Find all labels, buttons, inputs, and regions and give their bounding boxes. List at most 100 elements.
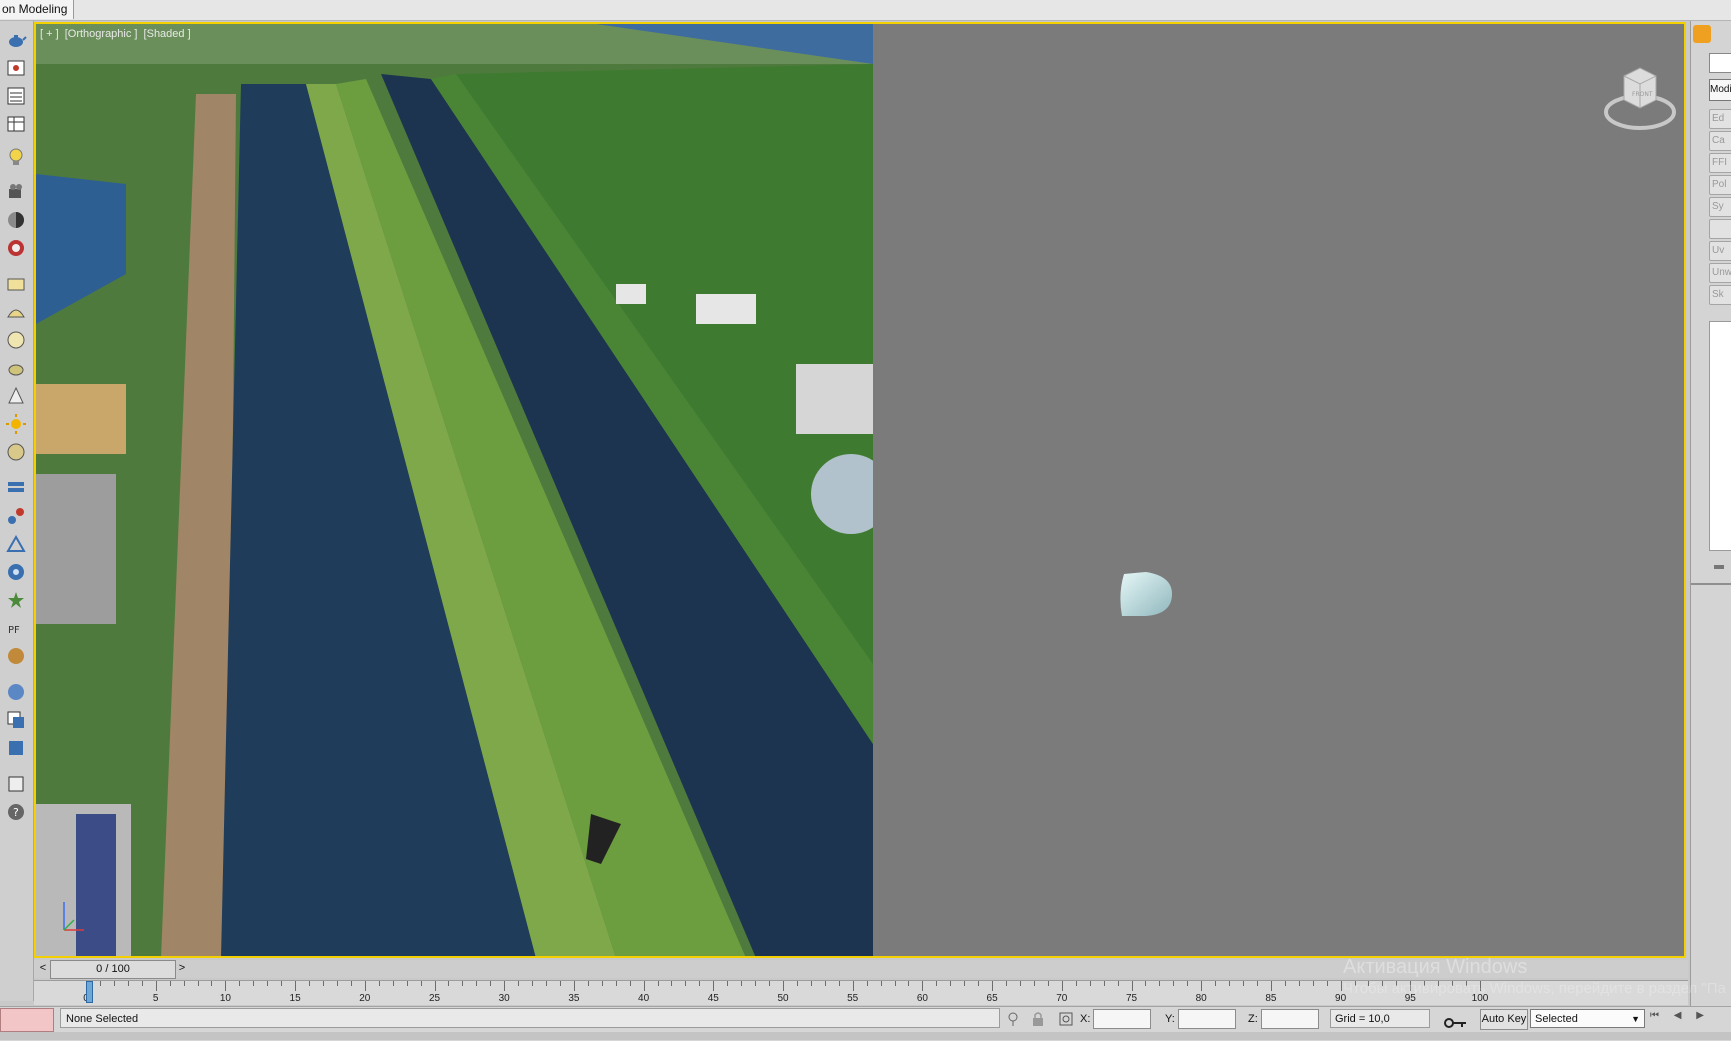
timeline-tick [852, 981, 854, 991]
timeline-tick-label: 10 [219, 993, 231, 1004]
viewport-view[interactable]: [Orthographic ] [65, 28, 138, 40]
modifier-button-2[interactable]: Ca [1709, 131, 1731, 151]
cone-icon[interactable] [3, 383, 28, 408]
timeline-tick [169, 981, 171, 986]
svg-text:PF: PF [8, 625, 20, 636]
hierarchy-icon[interactable] [3, 503, 28, 528]
timeline-tick [546, 981, 548, 986]
sun-icon[interactable] [3, 411, 28, 436]
teapot-icon[interactable] [3, 27, 28, 52]
modifier-button-4[interactable]: Pol [1709, 175, 1731, 195]
timeline-tick [559, 981, 561, 986]
timeline-tick [1117, 981, 1119, 986]
timeline-tick [1159, 981, 1161, 986]
modifier-button-7[interactable]: Uv [1709, 241, 1731, 261]
graph-editor-icon[interactable] [3, 111, 28, 136]
modifier-button-3[interactable]: FFI [1709, 153, 1731, 173]
light-bulb-icon[interactable] [3, 144, 28, 169]
timeline-tick [211, 981, 213, 986]
timeline-tick [532, 981, 534, 986]
timeline-tick [1298, 981, 1300, 986]
set-key-icon[interactable] [1444, 1016, 1468, 1030]
y-coord-field[interactable] [1178, 1009, 1236, 1029]
modifier-button-6[interactable] [1709, 219, 1731, 239]
timeline-tick-label: 30 [498, 993, 510, 1004]
sphere-icon[interactable] [3, 327, 28, 352]
modifier-button-1[interactable]: Ed [1709, 109, 1731, 129]
timeline-tick [671, 981, 673, 986]
timeline-tick [1061, 981, 1063, 991]
auto-key-button[interactable]: Auto Key [1480, 1009, 1528, 1030]
modifier-button-9[interactable]: Sk [1709, 285, 1731, 305]
render-frame-icon[interactable] [3, 55, 28, 80]
teapot-primitive-icon[interactable] [3, 355, 28, 380]
capsule-object[interactable] [1118, 570, 1174, 618]
timeline-tick [127, 981, 129, 986]
time-slider[interactable]: 0 / 100 [50, 960, 176, 979]
timeline-tick [950, 981, 952, 986]
scene-states-icon[interactable] [3, 735, 28, 760]
z-coord-field[interactable] [1261, 1009, 1319, 1029]
timeline-tick [1256, 981, 1258, 986]
x-coord-field[interactable] [1093, 1009, 1151, 1029]
environment-icon[interactable] [3, 707, 28, 732]
perspective-viewport[interactable]: [ + ] [Orthographic ] [Shaded ] FRONT [34, 22, 1686, 958]
display-icon[interactable] [3, 559, 28, 584]
timeline-tick [518, 981, 520, 986]
render-setup-icon[interactable] [3, 235, 28, 260]
question-icon[interactable]: ? [3, 799, 28, 824]
timeline-tick [615, 981, 617, 986]
box-icon[interactable] [3, 299, 28, 324]
modifier-stack-list[interactable] [1709, 321, 1731, 551]
timeline-tick [1047, 981, 1049, 986]
timeline-tick [783, 981, 784, 991]
timeline-tick [1075, 981, 1077, 986]
timeline-tick [894, 981, 896, 986]
timeline-tick-label: 50 [777, 993, 789, 1004]
lock-icon[interactable] [1030, 1011, 1046, 1027]
playback-controls[interactable]: ⏮ ◀ ▶ [1650, 1010, 1730, 1028]
utilities-icon[interactable] [3, 587, 28, 612]
timeline-tick [1019, 981, 1021, 986]
viewport-label[interactable]: [ + ] [Orthographic ] [Shaded ] [40, 28, 194, 40]
viewcube-icon[interactable]: FRONT [1602, 54, 1678, 136]
modifier-button-5[interactable]: Sy [1709, 197, 1731, 217]
key-filter-value: Selected [1535, 1013, 1578, 1025]
layer-explorer-icon[interactable] [3, 83, 28, 108]
timeline-tick [504, 981, 506, 991]
modifier-list-dropdown[interactable]: Modif [1709, 79, 1731, 101]
absolute-mode-icon[interactable] [1058, 1011, 1074, 1027]
maxscript-listener[interactable] [0, 1008, 54, 1032]
timeline-next-button[interactable]: > [175, 960, 189, 977]
reactor-icon[interactable] [3, 679, 28, 704]
timeline-tick-label: 70 [1056, 993, 1068, 1004]
timeline-tick [587, 981, 589, 986]
timeline-tick [908, 981, 910, 986]
motion-icon[interactable] [3, 531, 28, 556]
object-name-field[interactable] [1709, 53, 1731, 73]
timeline-tick [713, 981, 715, 991]
material-editor-icon[interactable] [3, 207, 28, 232]
viewport-menu[interactable]: [ + ] [40, 28, 59, 40]
hair-icon[interactable] [3, 643, 28, 668]
help-icon[interactable] [3, 771, 28, 796]
selection-status: None Selected [60, 1008, 1000, 1028]
viewport-shading[interactable]: [Shaded ] [144, 28, 191, 40]
modifier-stack-icon[interactable] [3, 475, 28, 500]
ribbon-tab-modeling[interactable]: on Modeling [0, 0, 75, 19]
timeline-tick [992, 981, 994, 991]
particles-icon[interactable]: PF [3, 615, 28, 640]
camera-icon[interactable] [3, 179, 28, 204]
geosphere-icon[interactable] [3, 439, 28, 464]
timeline-prev-button[interactable]: < [36, 960, 50, 977]
modifier-button-8[interactable]: Unw [1709, 263, 1731, 283]
time-marker[interactable] [86, 981, 93, 1003]
timeline-tick [155, 981, 157, 991]
key-filter-dropdown[interactable]: Selected ▼ [1530, 1009, 1645, 1028]
isolate-icon[interactable] [1005, 1011, 1021, 1027]
create-tab-icon[interactable] [1693, 25, 1711, 43]
timeline-tick [99, 981, 101, 986]
timeline-tick [1089, 981, 1091, 986]
plane-icon[interactable] [3, 271, 28, 296]
pin-stack-icon[interactable] [1711, 561, 1729, 573]
